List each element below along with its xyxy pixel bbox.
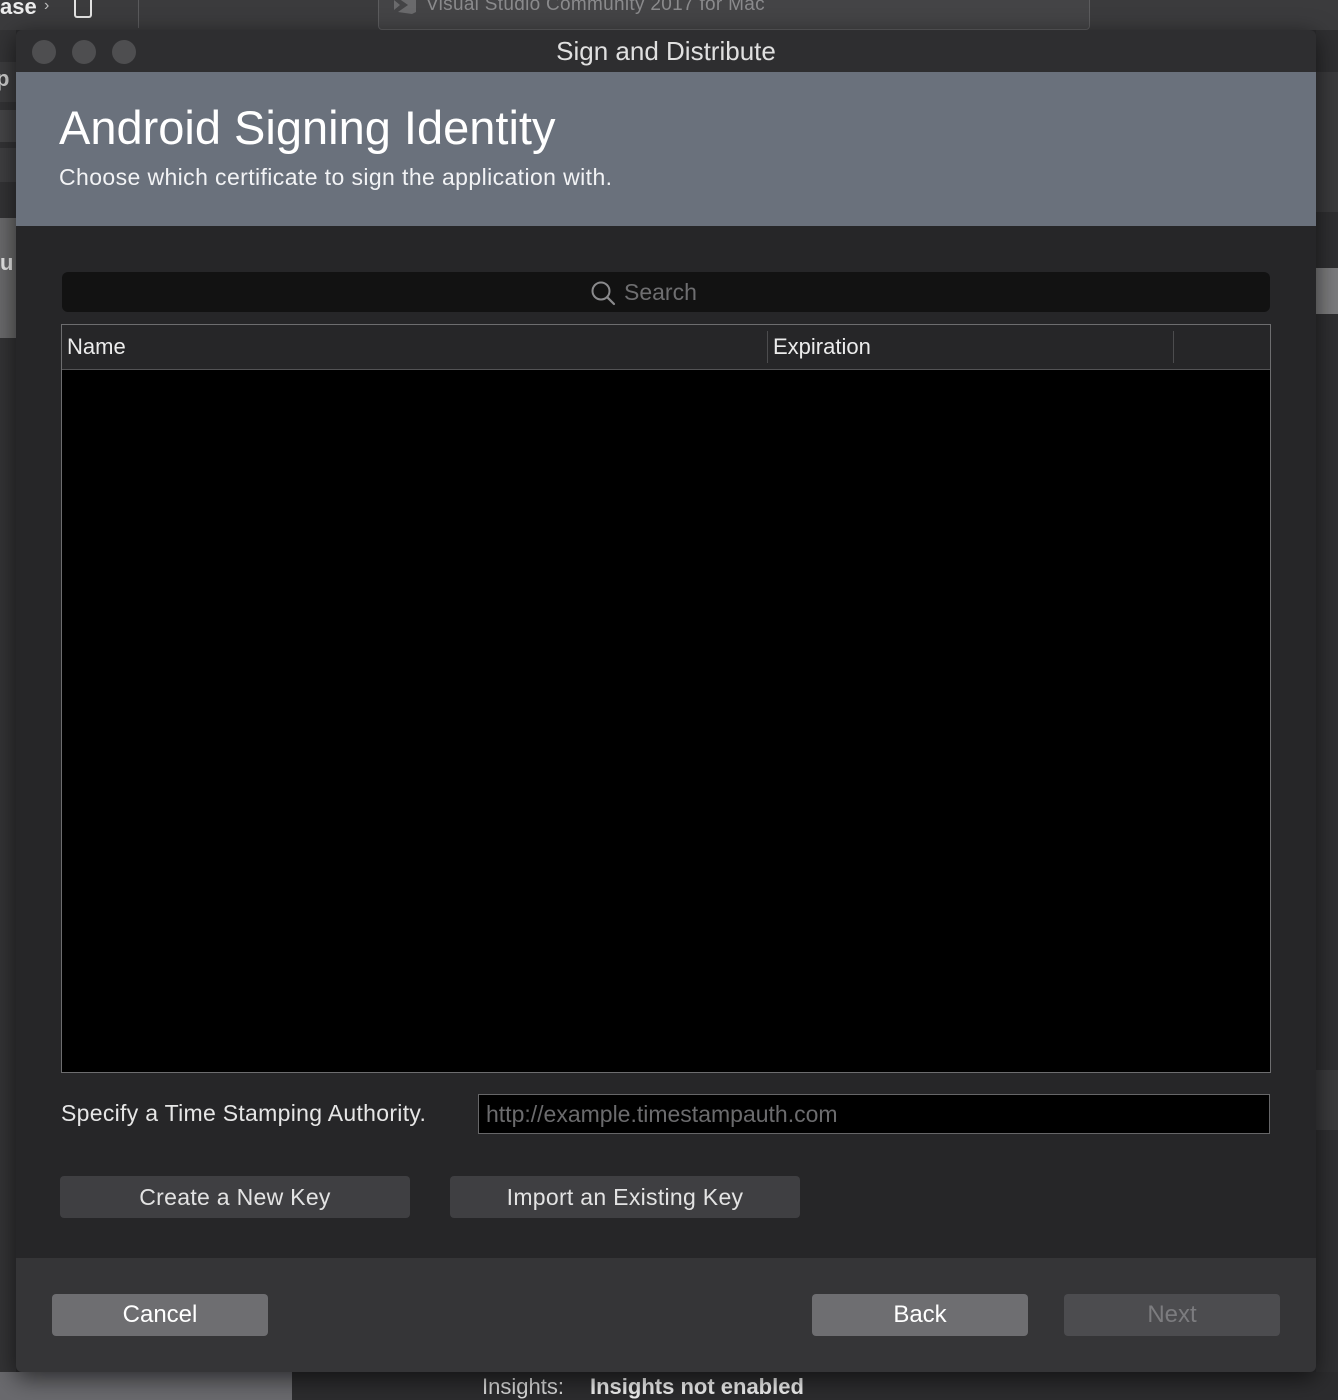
- import-existing-key-button[interactable]: Import an Existing Key: [450, 1176, 800, 1218]
- dialog-titlebar: Sign and Distribute: [16, 30, 1316, 72]
- timestamp-authority-input[interactable]: [478, 1094, 1270, 1134]
- create-new-key-button[interactable]: Create a New Key: [60, 1176, 410, 1218]
- wizard-header: Android Signing Identity Choose which ce…: [16, 72, 1316, 226]
- column-divider[interactable]: [1173, 331, 1174, 363]
- wizard-footer: Cancel Back Next: [16, 1258, 1316, 1372]
- insights-value[interactable]: Insights not enabled: [590, 1374, 804, 1400]
- sign-and-distribute-dialog: Sign and Distribute Android Signing Iden…: [16, 30, 1316, 1372]
- toolbar-divider: [138, 0, 139, 28]
- timestamp-authority-label: Specify a Time Stamping Authority.: [61, 1100, 427, 1126]
- column-header-name[interactable]: Name: [67, 334, 126, 360]
- cancel-button[interactable]: Cancel: [52, 1294, 268, 1336]
- ide-status-left: [0, 1372, 292, 1400]
- ide-right-item: [1316, 1070, 1338, 1130]
- search-input[interactable]: [624, 272, 1224, 312]
- insights-label: Insights:: [482, 1374, 564, 1399]
- ide-left-text: u: [0, 250, 14, 275]
- search-field[interactable]: [62, 272, 1270, 312]
- certificate-table[interactable]: Name Expiration: [61, 324, 1271, 1073]
- ide-left-text: p: [0, 66, 10, 91]
- breadcrumb-fragment[interactable]: ase: [0, 0, 37, 20]
- column-divider[interactable]: [767, 331, 768, 363]
- table-body[interactable]: [62, 370, 1270, 1072]
- page-title: Android Signing Identity: [59, 101, 556, 154]
- next-button[interactable]: Next: [1064, 1294, 1280, 1336]
- ide-left-item[interactable]: [0, 148, 16, 182]
- ide-scrollbar-thumb[interactable]: [1316, 268, 1338, 314]
- ide-right-panel: [1316, 30, 1338, 1400]
- back-button[interactable]: Back: [812, 1294, 1028, 1336]
- search-icon: [591, 281, 616, 306]
- ide-app-title: Visual Studio Community 2017 for Mac: [426, 0, 765, 15]
- visual-studio-icon: [394, 0, 416, 14]
- page-subtitle: Choose which certificate to sign the app…: [59, 164, 613, 190]
- device-icon[interactable]: [74, 0, 92, 18]
- ide-right-item: [1316, 72, 1338, 212]
- ide-left-item[interactable]: [0, 110, 16, 142]
- table-header: Name Expiration: [62, 325, 1270, 370]
- dialog-title: Sign and Distribute: [556, 36, 776, 66]
- chevron-right-icon: ›: [44, 0, 50, 14]
- column-header-expiration[interactable]: Expiration: [773, 334, 871, 360]
- ide-left-selected-item[interactable]: [0, 218, 16, 338]
- wizard-body: Name Expiration Specify a Time Stamping …: [16, 226, 1316, 1258]
